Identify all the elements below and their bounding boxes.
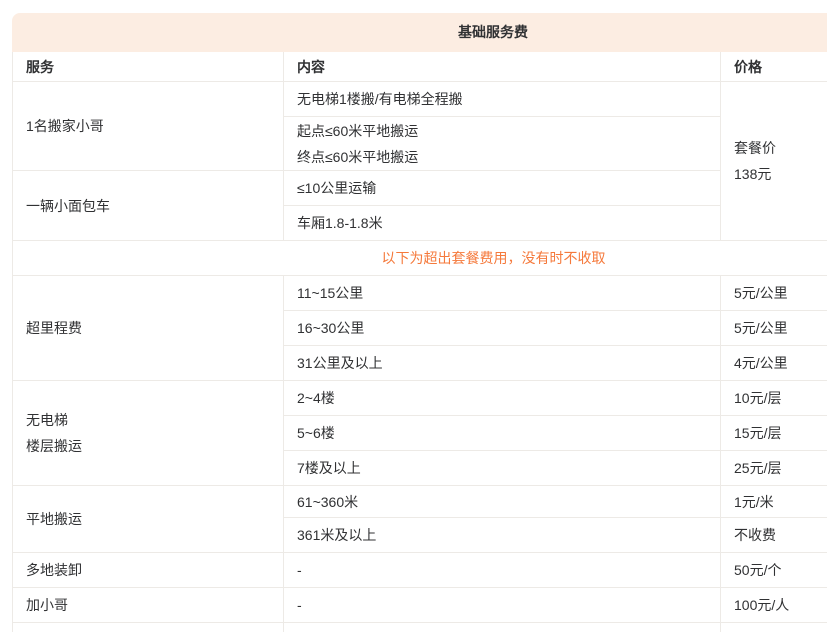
price-cell: 不收费 — [721, 518, 827, 553]
table-row: 超里程费 11~15公里 5元/公里 — [13, 276, 827, 311]
page-viewport: 基础服务费 服务 内容 价格 1名搬家小哥 无电梯1楼搬/有电梯全程搬 套餐价 … — [0, 0, 827, 632]
price-cell: 5元/公里 — [721, 311, 827, 346]
price-cell: 50元/个 — [721, 553, 827, 588]
empty-cell — [721, 623, 827, 632]
fee-card: 基础服务费 服务 内容 价格 1名搬家小哥 无电梯1楼搬/有电梯全程搬 套餐价 … — [12, 13, 827, 632]
content-cell: 无电梯1楼搬/有电梯全程搬 — [284, 82, 721, 117]
price-cell: 1元/米 — [721, 486, 827, 518]
price-cell: 100元/人 — [721, 588, 827, 623]
content-cell: - — [284, 553, 721, 588]
price-cell: 10元/层 — [721, 381, 827, 416]
separator-note: 以下为超出套餐费用，没有时不收取 — [13, 241, 827, 276]
content-line1: 起点≤60米平地搬运 — [297, 118, 712, 144]
content-cell: ≤10公里运输 — [284, 171, 721, 206]
service-cell-addworker: 加小哥 — [13, 588, 284, 623]
table-row: 无电梯 楼层搬运 2~4楼 10元/层 — [13, 381, 827, 416]
price-cell: 15元/层 — [721, 416, 827, 451]
column-header-content: 内容 — [284, 52, 721, 82]
content-cell: 61~360米 — [284, 486, 721, 518]
fee-table: 服务 内容 价格 1名搬家小哥 无电梯1楼搬/有电梯全程搬 套餐价 138元 起… — [12, 52, 827, 632]
price-cell: 25元/层 — [721, 451, 827, 486]
content-cell: 361米及以上 — [284, 518, 721, 553]
column-header-service: 服务 — [13, 52, 284, 82]
content-cell: 16~30公里 — [284, 311, 721, 346]
service-cell-ground: 平地搬运 — [13, 486, 284, 553]
service-line2: 楼层搬运 — [26, 433, 275, 459]
content-cell: 7楼及以上 — [284, 451, 721, 486]
empty-cell — [13, 623, 284, 632]
service-cell-multistop: 多地装卸 — [13, 553, 284, 588]
empty-cell — [284, 623, 721, 632]
table-row: 平地搬运 61~360米 1元/米 — [13, 486, 827, 518]
content-cell: - — [284, 588, 721, 623]
price-cell-package: 套餐价 138元 — [721, 82, 827, 241]
table-row: 一辆小面包车 ≤10公里运输 — [13, 171, 827, 206]
content-cell: 起点≤60米平地搬运 终点≤60米平地搬运 — [284, 117, 721, 171]
content-line2: 终点≤60米平地搬运 — [297, 144, 712, 170]
table-row-clipped — [13, 623, 827, 632]
table-title: 基础服务费 — [12, 13, 827, 52]
package-price-line1: 套餐价 — [734, 135, 827, 161]
content-cell: 车厢1.8-1.8米 — [284, 206, 721, 241]
table-row: 加小哥 - 100元/人 — [13, 588, 827, 623]
service-cell-mover: 1名搬家小哥 — [13, 82, 284, 171]
content-cell: 11~15公里 — [284, 276, 721, 311]
package-price-line2: 138元 — [734, 161, 827, 187]
separator-row: 以下为超出套餐费用，没有时不收取 — [13, 241, 827, 276]
content-cell: 2~4楼 — [284, 381, 721, 416]
column-header-row: 服务 内容 价格 — [13, 52, 827, 82]
service-cell-stairs: 无电梯 楼层搬运 — [13, 381, 284, 486]
table-row: 1名搬家小哥 无电梯1楼搬/有电梯全程搬 套餐价 138元 — [13, 82, 827, 117]
table-row: 多地装卸 - 50元/个 — [13, 553, 827, 588]
service-cell-mileage: 超里程费 — [13, 276, 284, 381]
service-cell-van: 一辆小面包车 — [13, 171, 284, 241]
content-cell: 5~6楼 — [284, 416, 721, 451]
price-cell: 4元/公里 — [721, 346, 827, 381]
content-cell: 31公里及以上 — [284, 346, 721, 381]
price-cell: 5元/公里 — [721, 276, 827, 311]
service-line1: 无电梯 — [26, 407, 275, 433]
column-header-price: 价格 — [721, 52, 827, 82]
